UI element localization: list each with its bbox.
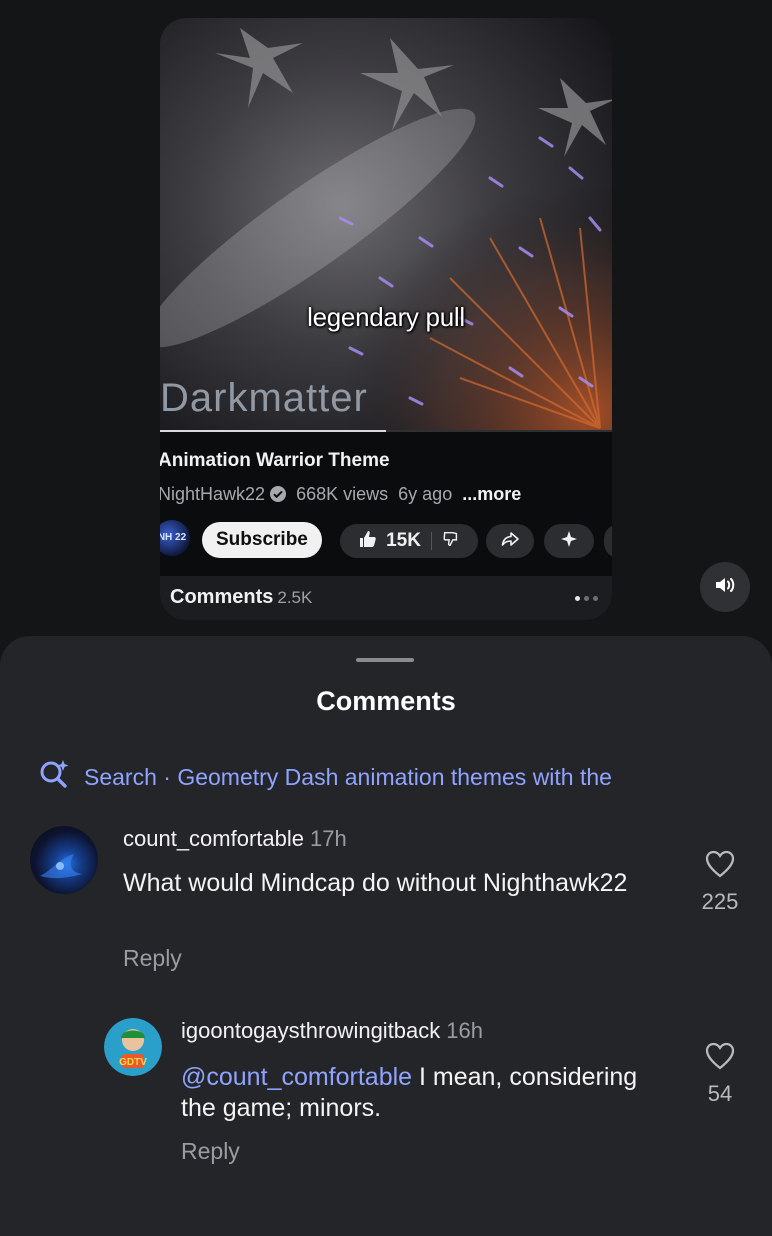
reply-button[interactable]: Reply — [123, 945, 182, 972]
thumbs-up-icon[interactable] — [358, 529, 378, 554]
search-suggestion-text: Search · Geometry Dash animation themes … — [84, 763, 612, 790]
watermark-text: Darkmatter — [160, 376, 368, 420]
comments-sheet: Comments Search · Geometry Dash animatio… — [0, 636, 772, 1236]
remix-button[interactable] — [544, 524, 594, 558]
avatar[interactable] — [30, 826, 98, 894]
comment-like-count: 54 — [707, 1081, 733, 1106]
more-actions-pill[interactable] — [604, 524, 612, 558]
pill-divider — [430, 532, 432, 550]
view-count: 668K views — [296, 484, 389, 504]
avatar-badge-text: GDTV — [119, 1057, 147, 1068]
comment-username[interactable]: igoontogaysthrowingitback — [181, 1018, 440, 1043]
comments-bar-count: 2.5K — [277, 588, 313, 607]
channel-name[interactable]: NightHawk22 — [160, 484, 265, 504]
like-dislike-pill: 15K — [340, 524, 478, 558]
like-count[interactable]: 15K — [386, 530, 421, 552]
video-thumbnail[interactable] — [160, 18, 612, 432]
video-title[interactable]: Animation Warrior Theme — [160, 450, 390, 472]
more-link[interactable]: ...more — [462, 484, 521, 504]
heart-icon — [705, 850, 735, 882]
speaker-icon — [713, 573, 737, 602]
like-comment[interactable]: 54 — [690, 1042, 750, 1107]
share-button[interactable] — [486, 524, 534, 558]
comments-preview-bar[interactable]: Comments 2.5K — [160, 576, 612, 620]
overlay-caption: legendary pull — [307, 302, 465, 332]
progress-fill — [160, 430, 386, 432]
sheet-title: Comments — [316, 686, 456, 716]
comment-search-suggestion[interactable]: Search · Geometry Dash animation themes … — [38, 758, 612, 796]
channel-avatar[interactable]: NH 22 — [160, 520, 190, 556]
share-arrow-icon — [500, 529, 520, 554]
video-card[interactable]: legendary pull Darkmatter Animation Warr… — [160, 18, 612, 620]
upload-age: 6y ago — [398, 484, 453, 504]
reply-button[interactable]: Reply — [181, 1138, 240, 1165]
page-dots-indicator — [575, 596, 598, 601]
comment-time: 16h — [446, 1018, 483, 1043]
video-meta: NightHawk22 668K views 6y ago ...more — [160, 484, 521, 508]
subscribe-button[interactable]: Subscribe — [202, 522, 322, 558]
like-comment[interactable]: 225 — [690, 850, 750, 915]
sheet-drag-handle[interactable] — [356, 658, 414, 662]
sparkle-icon — [561, 530, 577, 552]
comment-time: 17h — [310, 826, 347, 851]
verified-check-icon — [269, 485, 287, 508]
thumbs-down-icon[interactable] — [442, 530, 460, 553]
heart-icon — [705, 1042, 735, 1074]
comment-text: What would Mindcap do without Nighthawk2… — [123, 869, 628, 897]
avatar[interactable]: GDTV — [104, 1018, 162, 1076]
search-sparkle-icon — [38, 758, 84, 796]
comments-bar-label: Comments — [170, 586, 274, 608]
volume-button[interactable] — [700, 562, 750, 612]
mention-link[interactable]: @count_comfortable — [181, 1063, 412, 1091]
comment-like-count: 225 — [701, 889, 739, 914]
comment-username[interactable]: count_comfortable — [123, 826, 304, 851]
